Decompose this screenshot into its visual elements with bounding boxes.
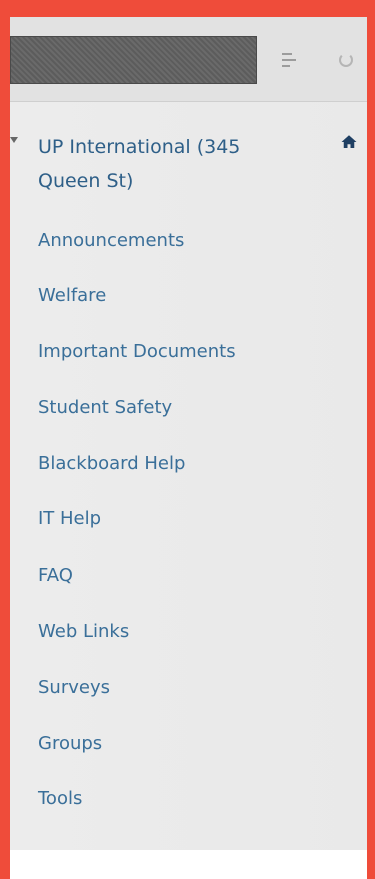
expand-arrow-icon[interactable] <box>10 137 18 143</box>
course-menu-panel: UP International (345 Queen St) Announce… <box>10 17 367 850</box>
refresh-icon <box>339 53 353 67</box>
course-title[interactable]: UP International (345 Queen St) <box>38 130 298 198</box>
course-title-row: UP International (345 Queen St) <box>10 135 367 207</box>
menu-item-tools[interactable]: Tools <box>38 787 82 811</box>
menu-item-groups[interactable]: Groups <box>38 732 102 756</box>
menu-item-student-safety[interactable]: Student Safety <box>38 396 172 420</box>
menu-item-it-help[interactable]: IT Help <box>38 507 101 531</box>
menu-item-web-links[interactable]: Web Links <box>38 620 129 644</box>
frame-top <box>0 0 375 17</box>
sort-button[interactable] <box>268 36 310 84</box>
menu-item-important-documents[interactable]: Important Documents <box>38 340 236 364</box>
sort-icon <box>282 51 296 69</box>
home-icon[interactable] <box>340 133 358 151</box>
refresh-button[interactable] <box>325 36 367 84</box>
menu-item-faq[interactable]: FAQ <box>38 564 73 588</box>
menu-item-blackboard-help[interactable]: Blackboard Help <box>38 452 185 476</box>
menu-item-surveys[interactable]: Surveys <box>38 676 110 700</box>
frame-right <box>367 0 375 879</box>
menu-item-announcements[interactable]: Announcements <box>38 229 184 253</box>
menu-item-welfare[interactable]: Welfare <box>38 284 106 308</box>
course-menu-toolbar <box>10 17 367 102</box>
frame-left <box>0 0 10 879</box>
course-menu-search[interactable] <box>10 36 257 84</box>
